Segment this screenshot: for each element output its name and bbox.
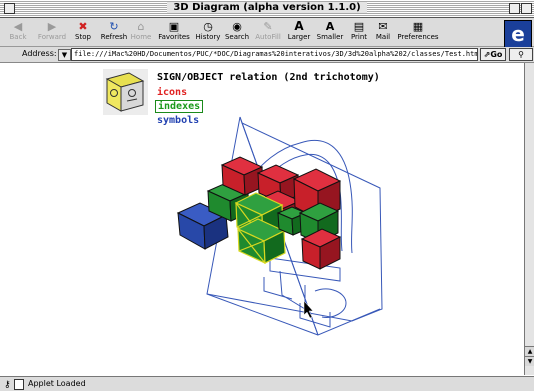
magnifier-icon: ⚲ [518, 50, 524, 59]
arrow-up-icon: ▲ [527, 348, 533, 355]
status-lock-icon: ⚷ [4, 380, 11, 390]
arrow-down-icon: ▼ [527, 358, 533, 365]
title-bar[interactable]: 3D Diagram (alpha version 1.1.0) [0, 0, 534, 18]
vertical-scrollbar[interactable]: ▲ ▼ [524, 63, 534, 375]
mouse-cursor [303, 300, 314, 319]
browser-window: 3D Diagram (alpha version 1.1.0) ◀ Back … [0, 0, 534, 391]
address-input[interactable]: file:///iMac%20HD/Documentos/PUC/*DOC/Di… [71, 48, 478, 61]
history-icon: ◷ [203, 20, 213, 33]
address-label: Address: [22, 49, 57, 58]
preferences-button[interactable]: ▦ Preferences [397, 20, 438, 45]
legend-icons: icons [157, 87, 188, 98]
status-bar: ⚷ Applet Loaded [0, 376, 534, 391]
forward-arrow-icon: ▶ [47, 20, 57, 33]
search-icon: ◉ [232, 20, 242, 33]
legend-indexes: indexes [155, 100, 204, 113]
home-icon: ⌂ [137, 20, 145, 33]
zoom-box[interactable] [509, 3, 520, 14]
cube-group [176, 156, 342, 270]
forward-button[interactable]: ▶ Forward [36, 20, 68, 45]
toolbar: ◀ Back ▶ Forward ✖ Stop ↻ Refresh ⌂ Home… [0, 18, 534, 47]
favorites-icon: ▣ [168, 20, 180, 33]
mail-icon: ✉ [378, 20, 388, 33]
collapse-box[interactable] [521, 3, 532, 14]
autofill-icon: ✎ [263, 20, 273, 33]
stop-icon: ✖ [78, 20, 88, 33]
page-content: SIGN/OBJECT relation (2nd trichotomy) ic… [0, 63, 524, 375]
address-bar: Address: ▼ file:///iMac%20HD/Documentos/… [0, 47, 534, 63]
scroll-up-arrow[interactable]: ▲ [525, 346, 534, 356]
status-text: Applet Loaded [28, 379, 86, 388]
semiotics-logo [103, 69, 148, 115]
address-history-dropdown[interactable]: ▼ [58, 49, 71, 61]
smaller-text-icon: A [325, 20, 335, 33]
address-search-button[interactable]: ⚲ [509, 48, 533, 61]
mail-button[interactable]: ✉ Mail [370, 20, 396, 45]
larger-text-icon: A [294, 19, 304, 33]
status-page-icon [14, 379, 24, 390]
3d-diagram-applet[interactable] [0, 63, 524, 375]
print-icon: ▤ [353, 20, 365, 33]
back-arrow-icon: ◀ [13, 20, 23, 33]
chevron-down-icon: ▼ [61, 51, 68, 59]
browser-logo: e [504, 20, 532, 48]
refresh-icon: ↻ [109, 20, 119, 33]
search-button[interactable]: ◉ Search [222, 20, 252, 45]
back-button[interactable]: ◀ Back [2, 20, 34, 45]
stop-button[interactable]: ✖ Stop [70, 20, 96, 45]
preferences-icon: ▦ [412, 20, 424, 33]
autofill-button[interactable]: ✎ AutoFill [253, 20, 283, 45]
go-button[interactable]: ⇗Go [480, 48, 506, 61]
scroll-down-arrow[interactable]: ▼ [525, 356, 534, 366]
legend-symbols: symbols [157, 115, 200, 126]
page-heading: SIGN/OBJECT relation (2nd trichotomy) [157, 72, 380, 83]
window-title: 3D Diagram (alpha version 1.1.0) [167, 2, 367, 13]
